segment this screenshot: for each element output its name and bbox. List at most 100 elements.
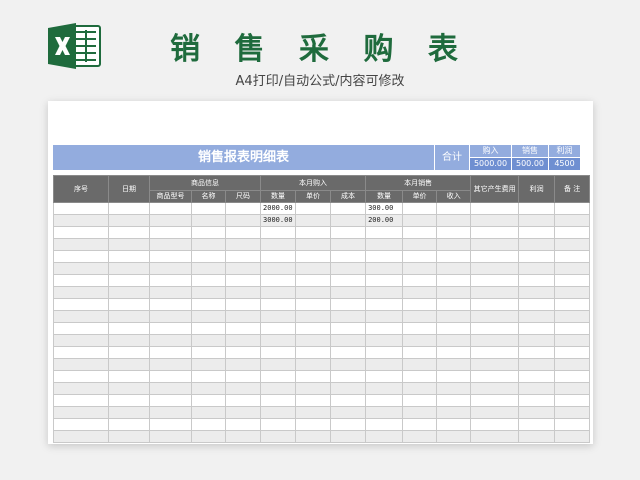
- cell-seq[interactable]: [53, 418, 109, 431]
- cell-s-qty[interactable]: [365, 430, 404, 443]
- cell-name[interactable]: [191, 238, 226, 251]
- cell-name[interactable]: [191, 214, 226, 227]
- cell-remark[interactable]: [554, 226, 591, 239]
- cell-other-cost[interactable]: [470, 394, 520, 407]
- cell-size[interactable]: [224, 202, 262, 215]
- cell-s-income[interactable]: [436, 298, 472, 311]
- cell-seq[interactable]: [53, 334, 109, 347]
- cell-p-qty[interactable]: [260, 430, 297, 443]
- cell-name[interactable]: [191, 370, 226, 383]
- cell-s-price[interactable]: [402, 406, 438, 419]
- cell-s-price[interactable]: [402, 418, 438, 431]
- cell-other-cost[interactable]: [470, 214, 520, 227]
- cell-p-price[interactable]: [295, 274, 332, 287]
- cell-other-cost[interactable]: [470, 262, 520, 275]
- cell-p-qty[interactable]: [260, 358, 297, 371]
- cell-s-qty[interactable]: [365, 226, 404, 239]
- cell-s-income[interactable]: [436, 394, 472, 407]
- cell-s-qty[interactable]: [365, 274, 404, 287]
- cell-remark[interactable]: [554, 298, 591, 311]
- cell-s-qty[interactable]: 200.00: [365, 214, 404, 227]
- cell-p-cost[interactable]: [330, 250, 367, 263]
- cell-date[interactable]: [108, 370, 150, 383]
- cell-p-qty[interactable]: [260, 418, 297, 431]
- cell-size[interactable]: [224, 226, 262, 239]
- cell-name[interactable]: [191, 382, 226, 395]
- cell-other-cost[interactable]: [470, 298, 520, 311]
- cell-p-price[interactable]: [295, 322, 332, 335]
- cell-other-cost[interactable]: [470, 226, 520, 239]
- cell-p-price[interactable]: [295, 238, 332, 251]
- cell-p-cost[interactable]: [330, 370, 367, 383]
- cell-p-price[interactable]: [295, 358, 332, 371]
- cell-p-qty[interactable]: [260, 286, 297, 299]
- cell-p-price[interactable]: [295, 262, 332, 275]
- cell-s-income[interactable]: [436, 334, 472, 347]
- cell-s-price[interactable]: [402, 334, 438, 347]
- cell-p-price[interactable]: [295, 202, 332, 215]
- cell-s-price[interactable]: [402, 298, 438, 311]
- cell-name[interactable]: [191, 418, 226, 431]
- cell-other-cost[interactable]: [470, 250, 520, 263]
- cell-model[interactable]: [149, 334, 192, 347]
- cell-p-cost[interactable]: [330, 274, 367, 287]
- cell-model[interactable]: [149, 274, 192, 287]
- cell-size[interactable]: [224, 214, 262, 227]
- cell-s-income[interactable]: [436, 262, 472, 275]
- cell-s-income[interactable]: [436, 346, 472, 359]
- cell-s-qty[interactable]: [365, 370, 404, 383]
- cell-p-price[interactable]: [295, 406, 332, 419]
- cell-profit[interactable]: [518, 262, 556, 275]
- cell-model[interactable]: [149, 214, 192, 227]
- cell-p-price[interactable]: [295, 298, 332, 311]
- cell-seq[interactable]: [53, 250, 109, 263]
- cell-remark[interactable]: [554, 238, 591, 251]
- cell-s-income[interactable]: [436, 310, 472, 323]
- cell-other-cost[interactable]: [470, 406, 520, 419]
- cell-s-price[interactable]: [402, 358, 438, 371]
- cell-profit[interactable]: [518, 406, 556, 419]
- cell-name[interactable]: [191, 406, 226, 419]
- cell-s-income[interactable]: [436, 358, 472, 371]
- cell-p-qty[interactable]: [260, 406, 297, 419]
- cell-date[interactable]: [108, 238, 150, 251]
- cell-p-cost[interactable]: [330, 406, 367, 419]
- cell-other-cost[interactable]: [470, 274, 520, 287]
- cell-s-qty[interactable]: [365, 394, 404, 407]
- cell-date[interactable]: [108, 382, 150, 395]
- cell-remark[interactable]: [554, 358, 591, 371]
- cell-model[interactable]: [149, 250, 192, 263]
- cell-s-qty[interactable]: [365, 310, 404, 323]
- cell-seq[interactable]: [53, 286, 109, 299]
- cell-s-price[interactable]: [402, 286, 438, 299]
- cell-profit[interactable]: [518, 250, 556, 263]
- cell-s-income[interactable]: [436, 322, 472, 335]
- cell-s-qty[interactable]: [365, 334, 404, 347]
- cell-p-cost[interactable]: [330, 262, 367, 275]
- cell-s-income[interactable]: [436, 286, 472, 299]
- cell-size[interactable]: [224, 262, 262, 275]
- cell-date[interactable]: [108, 322, 150, 335]
- cell-remark[interactable]: [554, 346, 591, 359]
- cell-remark[interactable]: [554, 394, 591, 407]
- cell-other-cost[interactable]: [470, 430, 520, 443]
- cell-s-price[interactable]: [402, 310, 438, 323]
- cell-date[interactable]: [108, 358, 150, 371]
- cell-s-income[interactable]: [436, 274, 472, 287]
- cell-size[interactable]: [224, 346, 262, 359]
- cell-s-price[interactable]: [402, 262, 438, 275]
- cell-other-cost[interactable]: [470, 322, 520, 335]
- cell-size[interactable]: [224, 358, 262, 371]
- cell-date[interactable]: [108, 262, 150, 275]
- cell-remark[interactable]: [554, 418, 591, 431]
- cell-p-cost[interactable]: [330, 310, 367, 323]
- cell-date[interactable]: [108, 274, 150, 287]
- cell-p-cost[interactable]: [330, 202, 367, 215]
- cell-s-qty[interactable]: [365, 286, 404, 299]
- cell-s-price[interactable]: [402, 370, 438, 383]
- cell-p-cost[interactable]: [330, 286, 367, 299]
- cell-s-qty[interactable]: [365, 250, 404, 263]
- cell-model[interactable]: [149, 394, 192, 407]
- cell-p-price[interactable]: [295, 286, 332, 299]
- cell-model[interactable]: [149, 262, 192, 275]
